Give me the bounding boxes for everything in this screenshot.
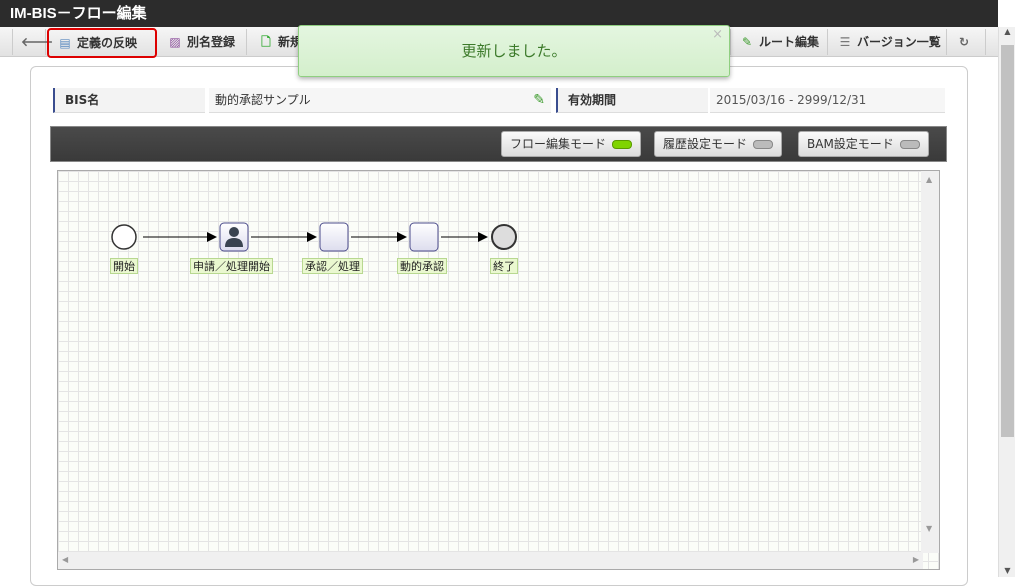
task-node[interactable] xyxy=(319,222,349,252)
node-label: 動的承認 xyxy=(397,258,447,274)
toast-message: 更新しました。 xyxy=(461,42,567,60)
node-label: 承認／処理 xyxy=(302,258,363,274)
node-label: 終了 xyxy=(490,258,518,274)
flow-diagram xyxy=(111,222,517,252)
node-label: 申請／処理開始 xyxy=(190,258,273,274)
node-label: 開始 xyxy=(110,258,138,274)
start-node[interactable] xyxy=(111,224,137,250)
end-node[interactable] xyxy=(491,224,517,250)
close-icon[interactable]: × xyxy=(712,10,723,60)
task-node[interactable] xyxy=(409,222,439,252)
toast-notification: 更新しました。 × xyxy=(298,25,730,77)
